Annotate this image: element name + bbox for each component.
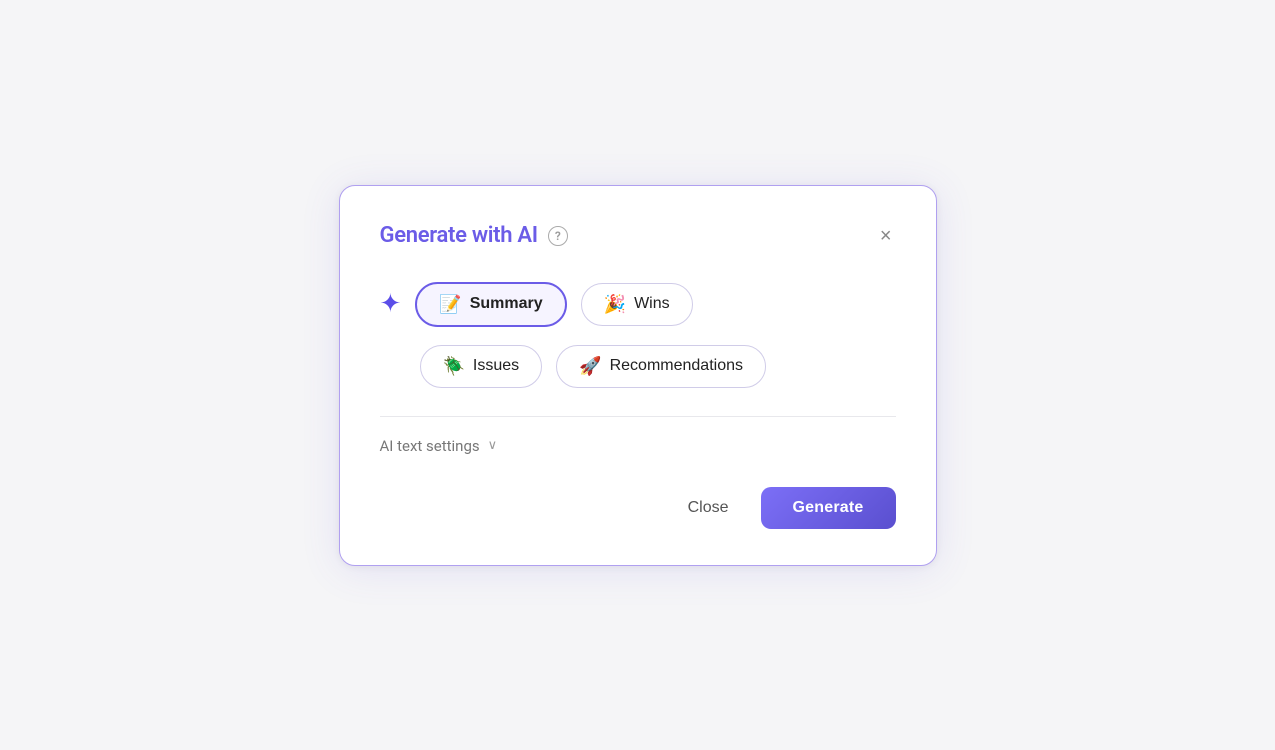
wins-emoji: 🎉 — [604, 294, 626, 315]
option-issues[interactable]: 🪲 Issues — [420, 345, 543, 388]
issues-label: Issues — [473, 357, 519, 375]
modal-container: Generate with AI ? × ✦ 📝 Summary 🎉 Wins — [339, 185, 937, 566]
option-recommendations[interactable]: 🚀 Recommendations — [556, 345, 766, 388]
options-row-2: 🪲 Issues 🚀 Recommendations — [380, 345, 896, 388]
modal-title: Generate with AI — [380, 223, 538, 248]
close-icon: × — [880, 226, 892, 246]
help-icon[interactable]: ? — [548, 226, 568, 246]
option-wins[interactable]: 🎉 Wins — [581, 283, 693, 326]
modal-title-row: Generate with AI ? — [380, 223, 568, 248]
ai-settings-row[interactable]: AI text settings ∨ — [380, 437, 896, 455]
modal-header: Generate with AI ? × — [380, 222, 896, 250]
close-button[interactable]: Close — [670, 489, 747, 527]
chevron-down-icon: ∨ — [488, 438, 498, 453]
recommendations-emoji: 🚀 — [579, 356, 601, 377]
issues-emoji: 🪲 — [443, 356, 465, 377]
divider — [380, 416, 896, 417]
close-icon-button[interactable]: × — [876, 222, 896, 250]
summary-label: Summary — [470, 295, 543, 313]
generate-button[interactable]: Generate — [761, 487, 896, 529]
option-summary[interactable]: 📝 Summary — [415, 282, 566, 327]
recommendations-label: Recommendations — [610, 357, 743, 375]
modal-footer: Close Generate — [380, 487, 896, 529]
sparkle-icon: ✦ — [380, 289, 402, 319]
wins-label: Wins — [634, 295, 670, 313]
options-section: ✦ 📝 Summary 🎉 Wins 🪲 Issues 🚀 — [380, 282, 896, 388]
ai-settings-label: AI text settings — [380, 437, 480, 455]
summary-emoji: 📝 — [439, 294, 461, 315]
options-row-1: ✦ 📝 Summary 🎉 Wins — [380, 282, 896, 327]
modal-overlay: Generate with AI ? × ✦ 📝 Summary 🎉 Wins — [0, 0, 1275, 750]
